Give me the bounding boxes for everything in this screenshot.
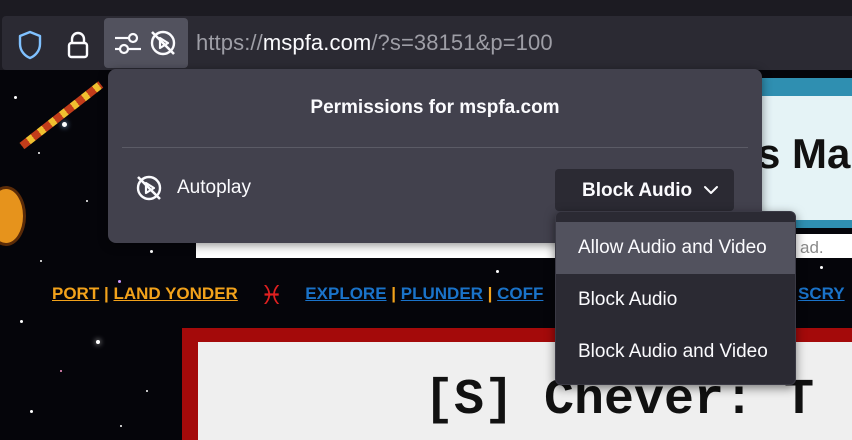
url-text[interactable]: https://mspfa.com/?s=38151&p=100	[196, 30, 553, 56]
autoplay-label: Autoplay	[177, 177, 251, 198]
url-path: /?s=38151&p=100	[371, 30, 553, 55]
option-allow-audio-video[interactable]: Allow Audio and Video	[556, 222, 795, 274]
nav-separator: |	[391, 284, 401, 303]
autoplay-blocked-icon	[148, 28, 178, 63]
nav-link-land-yonder[interactable]: LAND YONDER	[113, 284, 237, 303]
autoplay-dropdown-menu: Allow Audio and Video Block Audio Block …	[555, 211, 796, 385]
autoplay-blocked-icon	[134, 173, 164, 208]
nav-link-port[interactable]: PORT	[52, 284, 99, 303]
autoplay-selected-value: Block Audio	[582, 180, 693, 201]
planet-image	[0, 186, 26, 246]
option-block-audio-video[interactable]: Block Audio and Video	[556, 326, 795, 378]
nav-link-plunder[interactable]: PLUNDER	[401, 284, 483, 303]
url-domain: mspfa.com	[262, 30, 372, 55]
nav-separator: |	[487, 284, 498, 303]
panel-title: Permissions for mspfa.com	[310, 97, 560, 118]
banner-title: s Ma	[757, 130, 851, 177]
nav-link-scry[interactable]: SCRY	[798, 284, 845, 304]
nav-link-coffers[interactable]: COFF	[497, 284, 543, 303]
chevron-down-icon	[703, 183, 719, 201]
ad-text: ad.	[800, 238, 824, 257]
sliders-icon	[114, 30, 142, 61]
pisces-icon: ♓	[260, 280, 284, 310]
lock-icon[interactable]	[64, 28, 92, 62]
panel-divider	[122, 147, 748, 148]
nav-link-explore[interactable]: EXPLORE	[305, 284, 386, 303]
shield-icon[interactable]	[14, 28, 46, 62]
planet-ring	[19, 81, 104, 150]
option-block-audio[interactable]: Block Audio	[556, 274, 795, 326]
nav-links: PORT | LAND YONDER EXPLORE | PLUNDER | C…	[52, 284, 543, 304]
tab-strip	[0, 0, 852, 10]
autoplay-select[interactable]: Block Audio	[555, 169, 734, 211]
url-scheme: https://	[196, 30, 263, 55]
permissions-button[interactable]	[104, 18, 188, 68]
